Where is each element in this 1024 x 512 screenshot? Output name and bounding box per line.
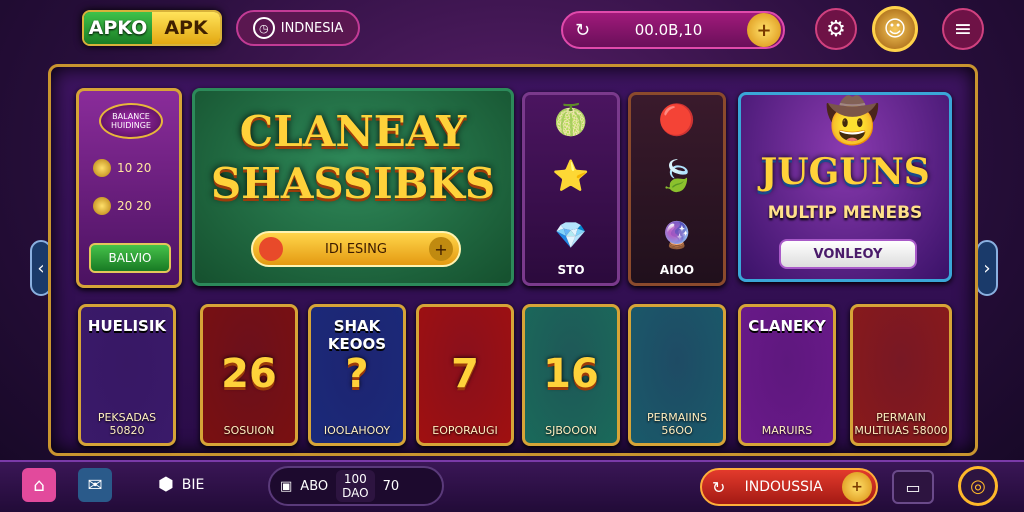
game-tile-label: PEKSADAS 50820 (97, 411, 157, 437)
add-coin-button[interactable]: + (746, 13, 781, 47)
stat-1: ABO (300, 478, 329, 494)
chat-button[interactable]: ✉ (78, 468, 112, 502)
clock-icon: ◷ (252, 17, 275, 39)
cowgirl-character-icon: 🤠 (825, 96, 880, 147)
leaf-icon: 🍃 (658, 159, 696, 194)
home-button[interactable]: ⌂ (22, 468, 56, 502)
hero-play-bar[interactable]: IDI ESING + (251, 231, 461, 267)
game-tile-label: PERMAIN MULTIUAS 58000 (854, 411, 948, 437)
balance-display[interactable]: ↻ 00.0B,10 + (561, 11, 785, 49)
chevron-right-icon[interactable]: › (976, 240, 998, 296)
home-icon: ⌂ (33, 474, 45, 496)
target-icon: ◎ (970, 475, 986, 497)
ticket-icon: ▣ (280, 478, 293, 494)
promo-card[interactable]: BALANCE HUIDINGE 10 20 20 20 BALVIO (76, 88, 182, 288)
hero-bar-label: IDI ESING (325, 241, 387, 257)
game-tile-label: IOOLAHOOY (323, 424, 391, 437)
game-tile-symbol: 16 (543, 351, 599, 397)
game-tile-title: CLANEKY (748, 317, 826, 335)
stat-2: 100 DAO (336, 470, 375, 502)
hamburger-icon: ≡ (953, 16, 973, 42)
gear-icon: ⚙ (826, 16, 846, 42)
window-icon: ▭ (905, 477, 921, 497)
region-selector[interactable]: ◷ INDNESIA (236, 10, 360, 46)
game-tile[interactable]: 26 SOSUION (200, 304, 298, 446)
window-button[interactable]: ▭ (892, 470, 934, 504)
game-tile-symbol: 7 (451, 351, 479, 397)
game-tile[interactable]: SHAK KEOOS? IOOLAHOOY (308, 304, 406, 446)
stat-2-top: 100 (343, 472, 367, 486)
balance-value: 00.0B,10 (634, 21, 703, 39)
language-button[interactable]: ↻ INDOUSSIA + (700, 468, 878, 506)
globe-icon: 🔮 (660, 221, 694, 251)
settings-button[interactable]: ⚙ (815, 8, 857, 50)
symbol-card-1-label: STO (557, 263, 585, 277)
game-tile-title: HUELISIK (87, 317, 167, 335)
promo-row-2-text: 20 20 (117, 199, 152, 213)
game-tile-label: EOPORAUGI (432, 424, 498, 437)
stats-panel: ▣ ABO 100 DAO 70 (268, 466, 444, 506)
feature-title: JUGUNS (760, 151, 930, 193)
refresh-icon[interactable]: ↻ (575, 20, 590, 41)
game-tile-symbol: 26 (221, 351, 277, 397)
brand-right-text: APK (152, 12, 220, 44)
plus-coin-icon: + (841, 472, 872, 502)
game-tile-label: MARUIRS (761, 424, 813, 437)
game-tile-symbol: ? (345, 351, 369, 397)
promo-row-1-text: 10 20 (117, 161, 152, 175)
avatar[interactable]: ☺ (872, 6, 918, 52)
ball-icon: 🔴 (658, 103, 696, 138)
hero-banner[interactable]: CLANEAY SHASSIBKS IDI ESING + (192, 88, 514, 286)
side-arrow-right[interactable]: › (976, 240, 998, 296)
feature-button[interactable]: VONLEOY (779, 239, 917, 269)
coin-icon (93, 159, 111, 177)
promo-row-1: 10 20 (93, 159, 151, 177)
refresh-icon: ↻ (712, 477, 726, 497)
game-tile-label: PERMAIINS 56OO (647, 411, 707, 437)
chat-icon: ✉ (87, 474, 103, 496)
language-label: INDOUSSIA (744, 479, 823, 495)
symbol-card-2[interactable]: 🔴 🍃 🔮 AIOO (628, 92, 726, 286)
symbol-card-2-label: AIOO (659, 263, 695, 277)
game-tile-label: SJBOOON (545, 424, 597, 437)
promo-button[interactable]: BALVIO (89, 243, 171, 273)
hero-title-line-1: CLANEAY (239, 107, 467, 156)
symbol-card-1[interactable]: 🍈 ⭐ 💎 STO (522, 92, 620, 286)
gem-icon: 💎 (554, 221, 588, 251)
cube-button[interactable]: ⬢ BIE (158, 474, 204, 495)
coin-icon (93, 197, 111, 215)
promo-badge: BALANCE HUIDINGE (99, 103, 163, 139)
plus-icon: + (429, 237, 453, 261)
hero-title-line-2: SHASSIBKS (210, 159, 496, 208)
cube-label: BIE (181, 476, 205, 493)
game-tile-label: SOSUION (223, 424, 275, 437)
game-tile[interactable]: PERMAIINS 56OO (628, 304, 726, 446)
game-tile[interactable]: 16 SJBOOON (522, 304, 620, 446)
ball-icon (259, 237, 283, 261)
promo-row-2: 20 20 (93, 197, 151, 215)
stat-3: 70 (382, 478, 400, 494)
target-button[interactable]: ◎ (958, 466, 998, 506)
region-label: INDNESIA (280, 20, 344, 36)
game-tile[interactable]: HUELISIK PEKSADAS 50820 (78, 304, 176, 446)
feature-subtitle: MULTIP MENEBS (767, 203, 923, 223)
user-icon: ☺ (883, 16, 907, 42)
melon-icon: 🍈 (552, 103, 590, 138)
feature-card[interactable]: 🤠 JUGUNS MULTIP MENEBS VONLEOY (738, 92, 952, 282)
stat-2-bottom: DAO (342, 486, 369, 500)
star-icon: ⭐ (552, 159, 590, 194)
brand-left-text: APKO (84, 12, 152, 44)
game-tile[interactable]: 7 EOPORAUGI (416, 304, 514, 446)
game-tile[interactable]: CLANEKY MARUIRS (738, 304, 836, 446)
cube-icon: ⬢ (158, 474, 174, 495)
apk-brand-badge[interactable]: APKO APK (82, 10, 222, 46)
menu-button[interactable]: ≡ (942, 8, 984, 50)
game-tile[interactable]: PERMAIN MULTIUAS 58000 (850, 304, 952, 446)
game-tile-title: SHAK KEOOS (327, 317, 387, 353)
